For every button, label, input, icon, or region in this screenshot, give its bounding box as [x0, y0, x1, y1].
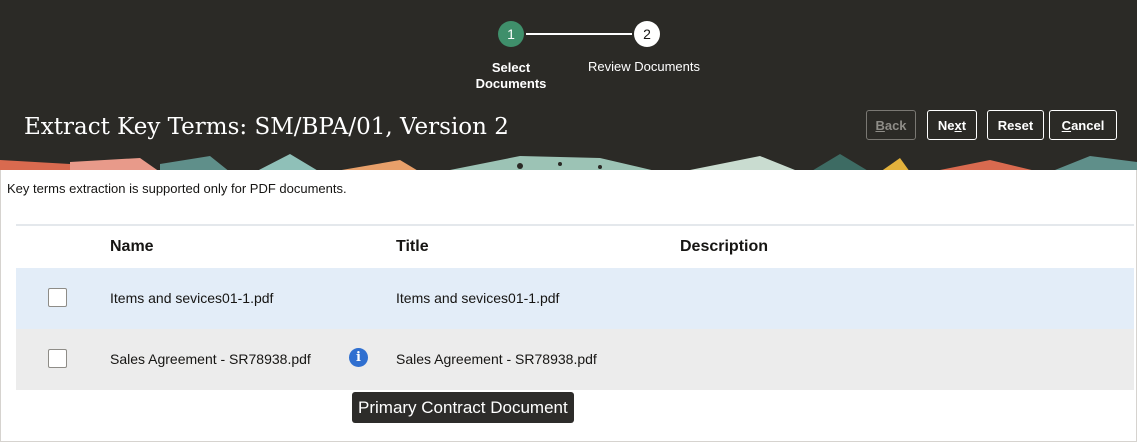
next-label-pre: Ne: [937, 117, 955, 133]
train-connector: [526, 33, 632, 35]
document-title: Items and sevices01-1.pdf: [396, 290, 560, 306]
train-step-2-number: 2: [643, 26, 651, 42]
page-title: Extract Key Terms: SM/BPA/01, Version 2: [24, 114, 509, 140]
train-step-2[interactable]: 2: [634, 21, 660, 47]
table-row[interactable]: Sales Agreement - SR78938.pdf i Sales Ag…: [16, 329, 1134, 390]
train-step-1-label-line2: Documents: [475, 76, 547, 91]
cancel-label-post: ancel: [1071, 117, 1105, 133]
next-label-post: t: [961, 117, 967, 133]
page-header: 1 2 Select Documents Review Documents Ex…: [0, 0, 1137, 170]
train-step-2-label[interactable]: Review Documents: [574, 59, 714, 75]
row-select-checkbox[interactable]: [48, 288, 67, 307]
train-step-1-label-line1: Select: [491, 60, 531, 75]
document-title: Sales Agreement - SR78938.pdf: [396, 351, 597, 367]
decorative-banner: [0, 150, 1137, 170]
documents-table: Name Title Description Items and sevices…: [16, 226, 1134, 390]
info-icon[interactable]: i: [349, 348, 368, 367]
cancel-label-mnemonic: C: [1061, 117, 1072, 133]
column-header-description[interactable]: Description: [680, 238, 768, 256]
train-step-1-number: 1: [507, 26, 515, 42]
train-step-1-label[interactable]: Select Documents: [455, 60, 567, 92]
cancel-button[interactable]: Cancel: [1049, 110, 1117, 140]
reset-label: Reset: [997, 117, 1034, 133]
pdf-only-notice: Key terms extraction is supported only f…: [7, 181, 347, 196]
document-name: Items and sevices01-1.pdf: [110, 290, 274, 306]
train-step-1[interactable]: 1: [498, 21, 524, 47]
document-name: Sales Agreement - SR78938.pdf: [110, 351, 311, 367]
row-select-checkbox[interactable]: [48, 349, 67, 368]
next-label-mnemonic: x: [954, 117, 962, 133]
back-button[interactable]: Back: [866, 110, 916, 140]
info-tooltip: Primary Contract Document: [352, 392, 574, 423]
next-button[interactable]: Ne x t: [927, 110, 977, 140]
reset-button[interactable]: Reset: [987, 110, 1044, 140]
table-header-row: Name Title Description: [16, 226, 1134, 268]
back-label-post: ack: [884, 117, 907, 133]
column-header-title[interactable]: Title: [396, 238, 429, 256]
table-row[interactable]: Items and sevices01-1.pdf Items and sevi…: [16, 268, 1134, 329]
column-header-name[interactable]: Name: [110, 238, 154, 256]
back-label-mnemonic: B: [875, 117, 885, 133]
